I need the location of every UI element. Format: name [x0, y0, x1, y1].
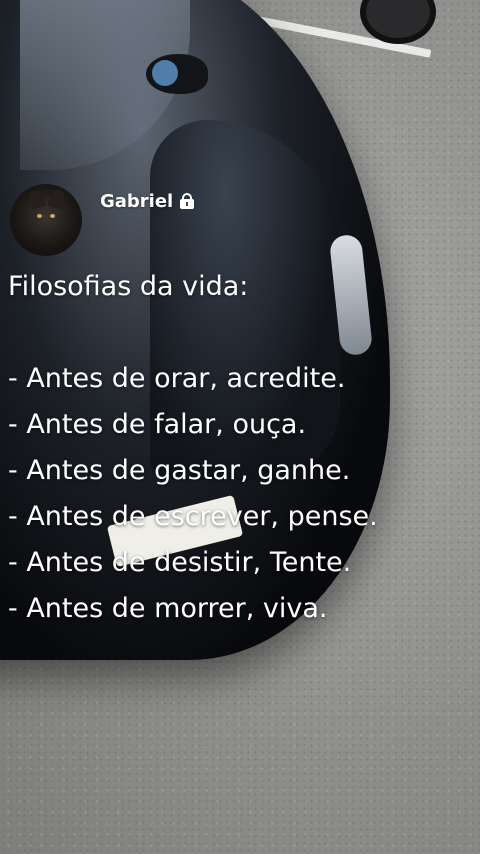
post-text: Filosofias da vida: - Antes de orar, acr… — [8, 264, 478, 632]
avatar-eye — [50, 214, 55, 218]
post-screen: Gabriel Filosofias da vida: - Antes de o… — [0, 0, 480, 854]
post-line: - Antes de orar, acredite. — [8, 363, 346, 394]
profile-header: Gabriel — [10, 184, 195, 256]
avatar-eye — [37, 214, 42, 218]
username[interactable]: Gabriel — [100, 191, 173, 212]
lock-icon — [180, 193, 195, 209]
mirror-glass — [152, 60, 178, 86]
post-line: - Antes de escrever, pense. — [8, 501, 378, 532]
post-line: - Antes de falar, ouça. — [8, 409, 307, 440]
avatar-ear — [27, 188, 47, 210]
post-line: - Antes de morrer, viva. — [8, 593, 328, 624]
post-line: - Antes de gastar, ganhe. — [8, 455, 351, 486]
username-row: Gabriel — [100, 191, 195, 212]
avatar-ear — [47, 188, 67, 210]
post-line: - Antes de desistir, Tente. — [8, 547, 352, 578]
avatar[interactable] — [10, 184, 82, 256]
post-title: Filosofias da vida: — [8, 271, 249, 302]
